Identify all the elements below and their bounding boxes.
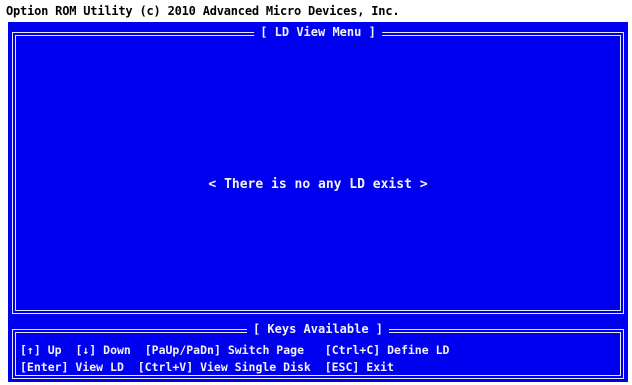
key-define-ld: [Ctrl+C] [324, 343, 381, 357]
keys-row-1: [↑] Up [↓] Down [PaUp/PaDn] Switch Page … [20, 343, 449, 358]
no-ld-message: < There is no any LD exist > [208, 177, 428, 192]
key-hint-down[interactable]: [↓] Down [75, 343, 130, 358]
key-hint-exit[interactable]: [ESC] Exit [325, 360, 394, 375]
key-hint-up[interactable]: [↑] Up [20, 343, 62, 358]
key-down-action: Down [103, 343, 131, 357]
ld-view-menu-title: [ LD View Menu ] [254, 24, 382, 40]
key-up-action: Up [47, 343, 62, 357]
key-hint-view-single-disk[interactable]: [Ctrl+V] View Single Disk [138, 360, 311, 375]
keys-row-2: [Enter] View LD [Ctrl+V] View Single Dis… [20, 360, 394, 375]
key-up: [↑] [20, 343, 41, 357]
keys-available-title: [ Keys Available ] [246, 321, 390, 337]
app-title: Option ROM Utility (c) 2010 Advanced Mic… [6, 4, 400, 18]
key-esc-action: Exit [366, 360, 394, 374]
key-view-single-disk: [Ctrl+V] [137, 360, 194, 374]
key-view-single-disk-action: View Single Disk [200, 360, 311, 374]
key-define-ld-action: Define LD [387, 343, 450, 357]
ld-view-menu-panel: [ LD View Menu ] < There is no any LD ex… [8, 22, 628, 319]
key-enter: [Enter] [20, 360, 69, 374]
key-switch-page-action: Switch Page [227, 343, 304, 357]
keys-available-panel: [ Keys Available ] [↑] Up [↓] Down [PaUp… [8, 319, 628, 382]
key-hint-define-ld[interactable]: [Ctrl+C] Define LD [325, 343, 450, 358]
key-hint-view-ld[interactable]: [Enter] View LD [20, 360, 124, 375]
key-hint-switch-page[interactable]: [PaUp/PaDn] Switch Page [145, 343, 304, 358]
key-enter-action: View LD [75, 360, 124, 374]
ld-view-menu-frame [12, 32, 624, 314]
key-switch-page: [PaUp/PaDn] [144, 343, 221, 357]
key-down: [↓] [75, 343, 97, 357]
key-esc: [ESC] [324, 360, 360, 374]
